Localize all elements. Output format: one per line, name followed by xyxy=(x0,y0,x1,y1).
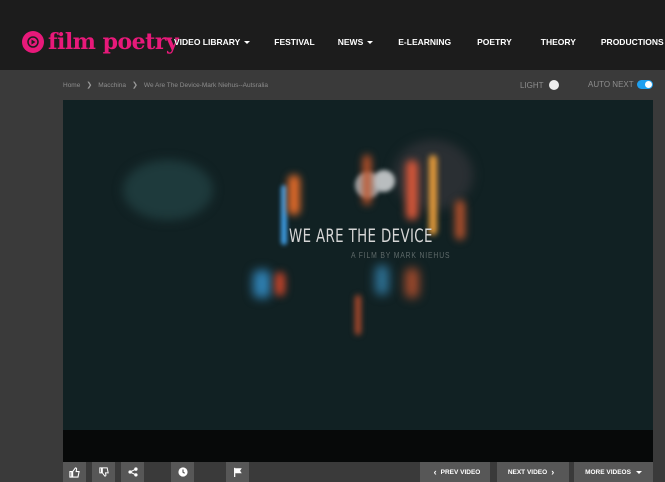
share-button[interactable] xyxy=(121,462,144,482)
nav-label: PRODUCTIONS xyxy=(600,37,664,47)
player-control-strip xyxy=(63,430,653,462)
video-bokeh xyxy=(123,160,213,220)
video-bokeh xyxy=(405,268,419,298)
nav-item-theory[interactable]: THEORY xyxy=(541,37,576,47)
auto-next-label: AUTO NEXT xyxy=(588,80,634,89)
video-bokeh xyxy=(429,155,437,235)
nav-item-poetry[interactable]: POETRY xyxy=(477,37,512,47)
auto-next-toggle[interactable]: AUTO NEXT xyxy=(588,80,653,89)
next-video-button[interactable]: NEXT VIDEO › xyxy=(497,462,569,482)
nav-item-productions[interactable]: PRODUCTIONS xyxy=(601,37,664,47)
more-videos-label: MORE VIDEOS xyxy=(585,468,631,476)
nav-label: POETRY xyxy=(477,37,512,47)
video-controls: ‹ PREV VIDEO NEXT VIDEO › MORE VIDEOS xyxy=(63,462,653,482)
nav-label: NEWS xyxy=(337,37,364,47)
breadcrumb: Home ❯ Macchina ❯ We Are The Device-Mark… xyxy=(63,81,268,90)
report-button[interactable] xyxy=(226,462,249,482)
video-bokeh xyxy=(406,160,418,220)
thumbs-up-icon xyxy=(69,466,80,478)
like-button[interactable] xyxy=(63,462,86,482)
video-bokeh xyxy=(275,272,285,296)
chevron-left-icon: ‹ xyxy=(433,467,437,477)
toggle-switch[interactable] xyxy=(636,80,653,89)
nav-label: VIDEO LIBRARY xyxy=(174,37,241,47)
video-bokeh xyxy=(281,185,287,245)
nav-label: THEORY xyxy=(540,37,576,47)
breadcrumb-home[interactable]: Home xyxy=(63,82,80,89)
chevron-right-icon: › xyxy=(551,467,555,477)
play-logo-icon xyxy=(22,31,44,53)
caret-down-icon xyxy=(367,40,374,44)
nav-label: E-LEARNING xyxy=(398,37,452,47)
video-bokeh xyxy=(253,270,271,298)
light-toggle[interactable]: LIGHT xyxy=(520,80,559,90)
prev-video-button[interactable]: ‹ PREV VIDEO xyxy=(420,462,490,482)
brand-name: film poetry xyxy=(48,29,179,55)
video-bokeh xyxy=(288,175,300,215)
nav-item-news[interactable]: NEWS xyxy=(338,37,374,47)
nav-item-e-learning[interactable]: E-LEARNING xyxy=(398,37,451,47)
dislike-button[interactable] xyxy=(92,462,115,482)
clock-icon xyxy=(177,467,188,477)
light-label: LIGHT xyxy=(520,80,544,90)
thumbs-down-icon xyxy=(98,467,109,477)
video-bokeh xyxy=(355,295,361,335)
main-nav: VIDEO LIBRARY FESTIVAL NEWS E-LEARNING P… xyxy=(174,35,664,49)
flag-icon xyxy=(233,467,242,477)
nav-item-video-library[interactable]: VIDEO LIBRARY xyxy=(174,37,251,47)
breadcrumb-category[interactable]: Macchina xyxy=(98,82,126,89)
breadcrumb-current: We Are The Device-Mark Niehus--Autsralia xyxy=(143,81,268,89)
nav-item-festival[interactable]: FESTIVAL xyxy=(274,37,314,47)
video-bokeh xyxy=(363,155,371,205)
chevron-right-icon: ❯ xyxy=(132,82,138,89)
video-bokeh xyxy=(455,200,465,240)
video-player[interactable]: WE ARE THE DEVICE A FILM BY MARK NIEHUS xyxy=(63,100,653,430)
watch-later-button[interactable] xyxy=(171,462,194,482)
bulb-icon xyxy=(548,80,559,90)
video-title: WE ARE THE DEVICE xyxy=(289,225,433,247)
next-video-label: NEXT VIDEO xyxy=(507,468,548,476)
share-icon xyxy=(127,467,138,477)
nav-label: FESTIVAL xyxy=(274,37,315,47)
video-bokeh xyxy=(375,265,389,295)
video-subtitle: A FILM BY MARK NIEHUS xyxy=(351,251,451,260)
chevron-right-icon: ❯ xyxy=(86,82,93,89)
caret-down-icon xyxy=(244,40,251,44)
caret-down-icon xyxy=(635,470,642,474)
prev-video-label: PREV VIDEO xyxy=(440,468,481,476)
site-header: film poetry VIDEO LIBRARY FESTIVAL NEWS … xyxy=(0,0,665,70)
more-videos-button[interactable]: MORE VIDEOS xyxy=(574,462,653,482)
site-logo[interactable]: film poetry xyxy=(22,27,179,57)
video-bokeh xyxy=(373,170,395,192)
